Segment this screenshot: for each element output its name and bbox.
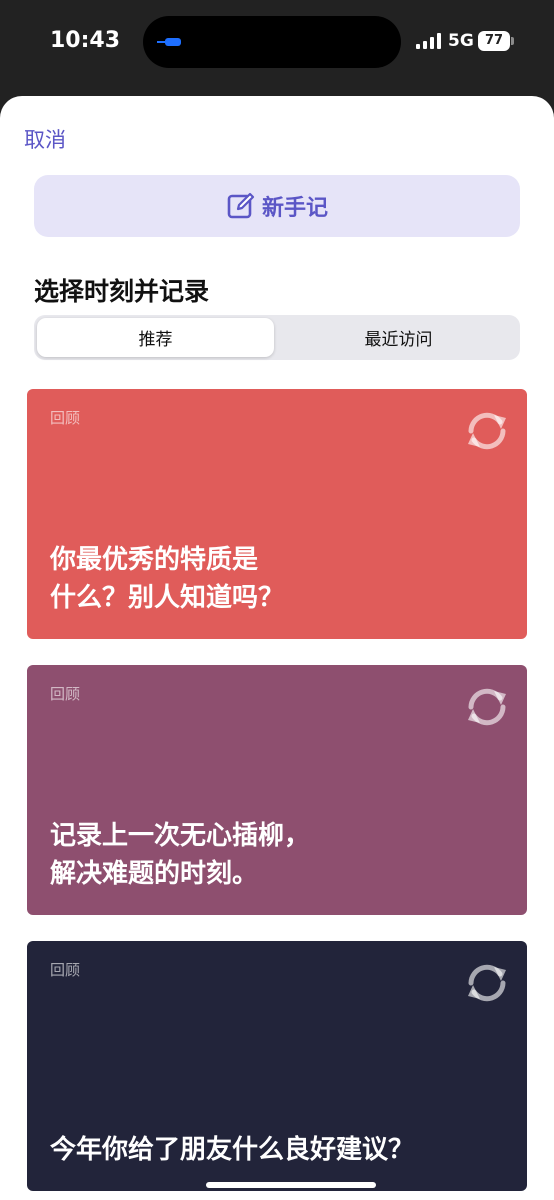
network-type: 5G [448,31,474,51]
card-tag: 回顾 [50,961,81,979]
activity-indicator-icon [157,38,181,46]
home-indicator[interactable] [206,1182,376,1188]
card-prompt-text: 记录上一次无心插柳， 解决难题的时刻。 [50,821,311,889]
new-note-label: 新手记 [261,196,328,221]
refresh-icon[interactable] [461,405,513,457]
card-tag: 回顾 [50,685,81,703]
new-note-button[interactable]: 新手记 [34,175,520,237]
dynamic-island [143,16,401,68]
battery-level: 77 [478,31,510,51]
battery-icon: 77 [478,31,514,51]
card-tag: 回顾 [50,409,81,427]
refresh-icon[interactable] [461,681,513,733]
status-bar: 10:43 5G 77 [0,0,554,96]
refresh-icon[interactable] [461,957,513,1009]
card-prompt-text: 你最优秀的特质是 什么？别人知道吗？ [50,545,285,613]
tab-recommended[interactable]: 推荐 [37,318,274,357]
tab-recent[interactable]: 最近访问 [280,318,517,357]
card-prompt-text: 今年你给了朋友什么良好建议？ [50,1135,415,1165]
new-entry-sheet: 取消 新手记 选择时刻并记录 推荐 最近访问 回顾 你最优秀的特质是 什么？别人… [0,96,554,1200]
prompt-card[interactable]: 回顾 今年你给了朋友什么良好建议？ [27,941,527,1191]
signal-icon [416,33,441,49]
prompt-card[interactable]: 回顾 你最优秀的特质是 什么？别人知道吗？ [27,389,527,639]
status-time: 10:43 [50,28,121,53]
segmented-control: 推荐 最近访问 [34,315,520,360]
compose-icon [227,192,255,219]
section-title: 选择时刻并记录 [34,277,210,306]
battery-tip [511,37,514,45]
prompt-card[interactable]: 回顾 记录上一次无心插柳， 解决难题的时刻。 [27,665,527,915]
cancel-button[interactable]: 取消 [24,124,66,154]
